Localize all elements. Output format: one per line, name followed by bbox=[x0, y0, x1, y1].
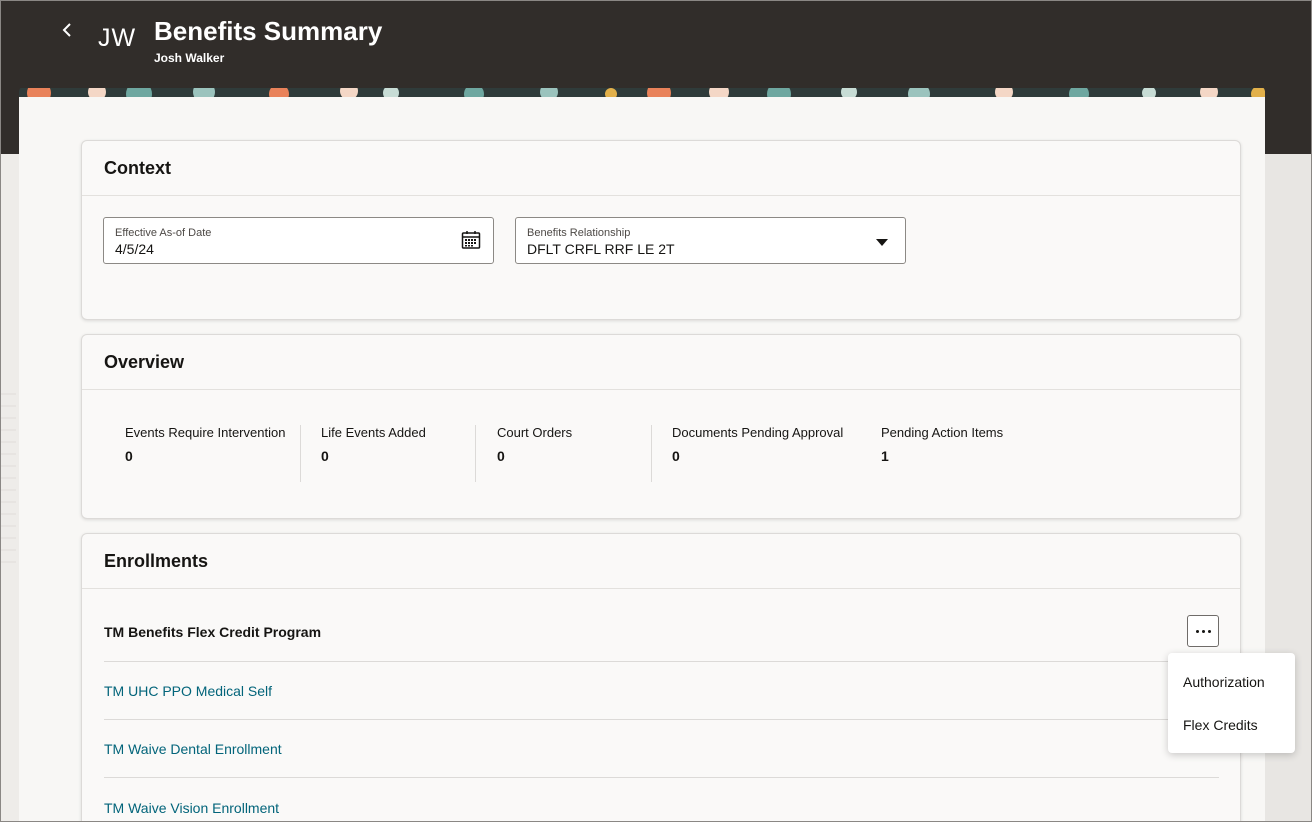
menu-item-flex-credits[interactable]: Flex Credits bbox=[1183, 717, 1258, 733]
background-pattern bbox=[0, 393, 16, 563]
enrollment-link[interactable]: TM Waive Dental Enrollment bbox=[104, 741, 282, 757]
avatar-initials: JW bbox=[98, 24, 137, 52]
more-actions-button[interactable] bbox=[1187, 615, 1219, 647]
metric-label: Court Orders bbox=[497, 425, 573, 440]
calendar-icon bbox=[461, 231, 481, 249]
overview-title: Overview bbox=[82, 335, 1240, 390]
metric-label: Events Require Intervention bbox=[125, 425, 286, 440]
enrollment-link[interactable]: TM UHC PPO Medical Self bbox=[104, 683, 272, 699]
more-actions-icon bbox=[1201, 629, 1205, 633]
more-actions-icon bbox=[1207, 629, 1211, 633]
context-card: Context Effective As-of Date 4/5/24 Bene… bbox=[81, 140, 1241, 320]
metric-pending-action-items[interactable]: Pending Action Items 1 bbox=[881, 425, 1003, 482]
back-button[interactable] bbox=[56, 18, 78, 42]
content-panel: Context Effective As-of Date 4/5/24 Bene… bbox=[19, 97, 1265, 822]
row-divider bbox=[104, 777, 1219, 778]
metric-life-events-added[interactable]: Life Events Added 0 bbox=[321, 425, 426, 482]
metric-divider bbox=[651, 425, 652, 482]
metric-value: 0 bbox=[672, 448, 680, 464]
row-divider bbox=[104, 661, 1219, 662]
person-name: Josh Walker bbox=[154, 51, 225, 65]
context-title: Context bbox=[82, 141, 1240, 196]
metric-label: Pending Action Items bbox=[881, 425, 1004, 440]
caret-down-icon bbox=[876, 239, 888, 246]
metric-events-require-intervention[interactable]: Events Require Intervention 0 bbox=[125, 425, 285, 482]
metric-value: 0 bbox=[497, 448, 505, 464]
program-name: TM Benefits Flex Credit Program bbox=[104, 624, 322, 640]
metric-court-orders[interactable]: Court Orders 0 bbox=[497, 425, 572, 482]
overview-card: Overview Events Require Intervention 0 L… bbox=[81, 334, 1241, 519]
metric-value: 0 bbox=[125, 448, 133, 464]
metric-documents-pending-approval[interactable]: Documents Pending Approval 0 bbox=[672, 425, 843, 482]
benefits-relationship-label: Benefits Relationship bbox=[527, 227, 631, 239]
more-actions-icon bbox=[1195, 629, 1199, 633]
row-divider bbox=[104, 719, 1219, 720]
enrollment-link[interactable]: TM Waive Vision Enrollment bbox=[104, 800, 279, 816]
benefits-relationship-value[interactable]: DFLT CRFL RRF LE 2T bbox=[527, 241, 675, 257]
background-decoration-left bbox=[0, 154, 19, 822]
metric-label: Documents Pending Approval bbox=[672, 425, 844, 440]
benefits-relationship-select[interactable]: Benefits Relationship DFLT CRFL RRF LE 2… bbox=[515, 217, 906, 264]
metric-value: 1 bbox=[881, 448, 889, 464]
effective-date-field[interactable]: Effective As-of Date 4/5/24 bbox=[103, 217, 494, 264]
effective-date-label: Effective As-of Date bbox=[115, 227, 212, 239]
metric-divider bbox=[300, 425, 301, 482]
decorative-banner bbox=[19, 86, 1265, 97]
calendar-button[interactable] bbox=[461, 230, 481, 255]
more-actions-menu: Authorization Flex Credits bbox=[1168, 653, 1295, 753]
enrollments-card: Enrollments TM Benefits Flex Credit Prog… bbox=[81, 533, 1241, 822]
effective-date-value[interactable]: 4/5/24 bbox=[115, 241, 154, 257]
menu-item-authorization[interactable]: Authorization bbox=[1183, 674, 1265, 690]
metric-value: 0 bbox=[321, 448, 329, 464]
dropdown-button[interactable] bbox=[876, 234, 888, 252]
chevron-left-icon bbox=[62, 23, 71, 37]
page-title: Benefits Summary bbox=[154, 16, 383, 46]
enrollments-title: Enrollments bbox=[82, 534, 1240, 589]
metric-divider bbox=[475, 425, 476, 482]
metric-label: Life Events Added bbox=[321, 425, 426, 440]
